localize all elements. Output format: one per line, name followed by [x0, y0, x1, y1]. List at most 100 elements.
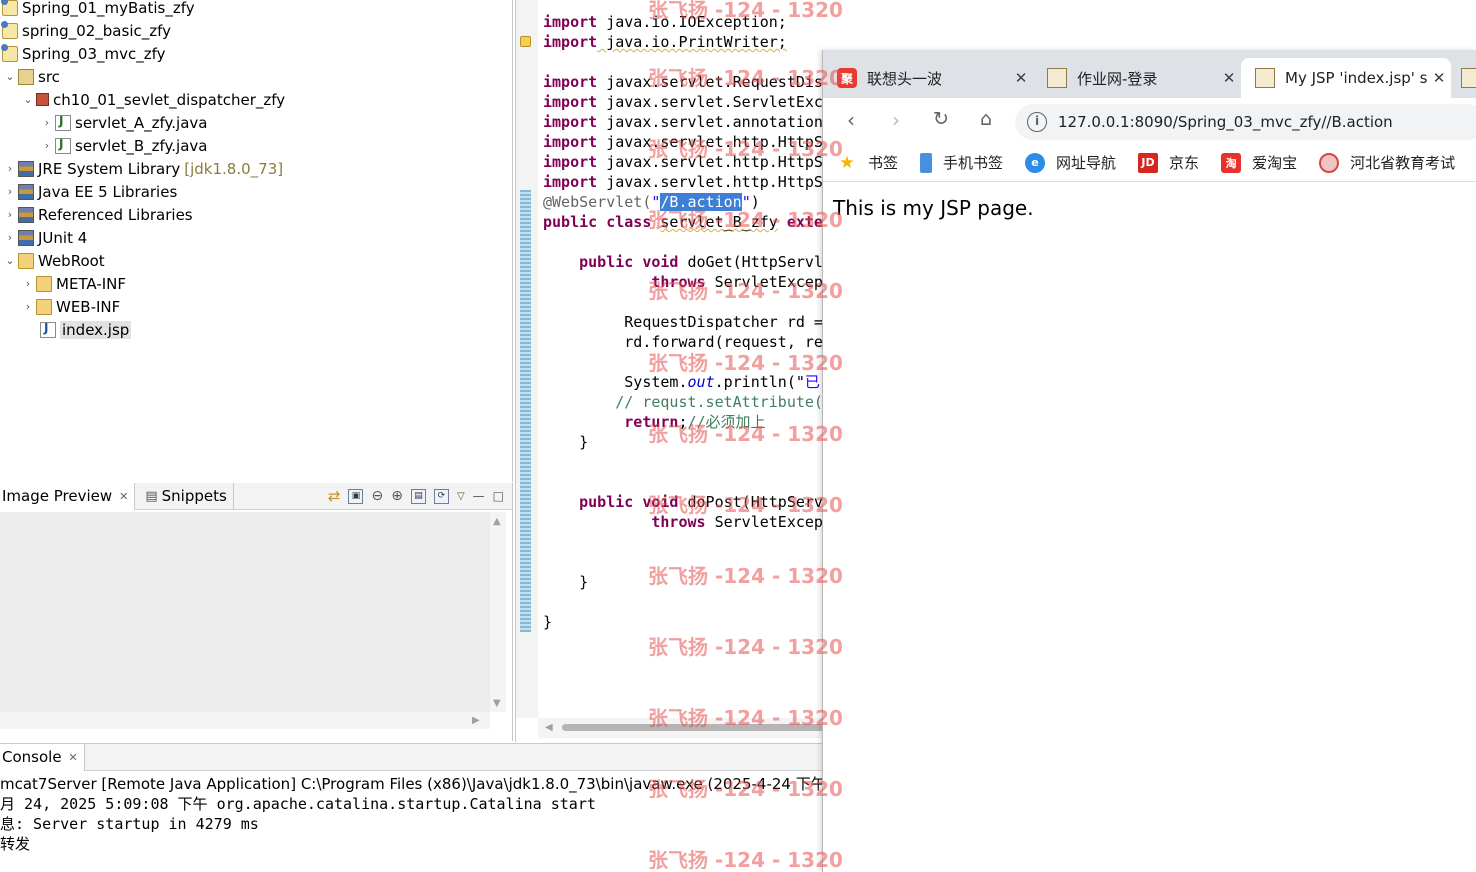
chevron-right-icon[interactable]: ›: [2, 185, 18, 198]
tree-item-label: Referenced Libraries: [38, 205, 193, 224]
tree-item-project-spring02[interactable]: spring_02_basic_zfy: [1, 19, 171, 42]
close-tab-icon[interactable]: ✕: [1009, 69, 1033, 87]
scroll-right-icon[interactable]: ▶: [472, 715, 480, 726]
tree-item-servlet-a[interactable]: › servlet_A_zfy.java: [39, 111, 208, 134]
actual-size-icon[interactable]: ▤: [410, 488, 426, 504]
bookmark-label: 手机书签: [943, 154, 1004, 172]
bookmark-item[interactable]: ★ 书签: [837, 152, 898, 173]
code-line: RequestDispatcher rd =: [624, 313, 822, 331]
code-line: public void doGet(HttpServl: [579, 253, 822, 271]
tree-item-javaee-library[interactable]: › Java EE 5 Libraries: [2, 180, 177, 203]
close-icon[interactable]: ✕: [119, 490, 128, 503]
bookmark-item[interactable]: 河北省教育考试: [1319, 152, 1455, 173]
vertical-scrollbar[interactable]: ▲ ▼: [490, 512, 506, 712]
maximize-icon[interactable]: □: [493, 489, 504, 503]
horizontal-scrollbar[interactable]: ▶: [0, 712, 490, 729]
chevron-right-icon[interactable]: ›: [20, 300, 36, 313]
zoom-out-icon[interactable]: ⊖: [371, 488, 383, 504]
browser-tab[interactable]: 作业网-登录 ✕: [1033, 58, 1241, 98]
bookmark-item[interactable]: e 网址导航: [1025, 152, 1116, 173]
rotate-icon[interactable]: ⟳: [433, 488, 449, 504]
console-line: 转发: [0, 835, 31, 853]
chevron-right-icon[interactable]: ›: [2, 208, 18, 221]
java-file-icon: [55, 137, 71, 154]
chevron-down-icon[interactable]: ⌄: [2, 70, 18, 83]
browser-tab-title: 作业网-登录: [1077, 69, 1158, 88]
bookmark-item[interactable]: 手机书签: [920, 152, 1003, 173]
image-canvas: [0, 512, 490, 712]
tree-item-project-spring01[interactable]: Spring_01_myBatis_zfy: [1, 0, 195, 19]
chevron-right-icon[interactable]: ›: [39, 116, 55, 129]
warning-icon[interactable]: [520, 36, 531, 47]
fit-image-icon[interactable]: ▣: [348, 488, 364, 504]
console-output[interactable]: 月 24, 2025 5:09:08 下午 org.apache.catalin…: [0, 794, 596, 854]
browser-window: 聚 联想头一波 ✕ 作业网-登录 ✕ My JSP 'index.jsp' s …: [822, 50, 1476, 872]
tree-item-web-inf[interactable]: › WEB-INF: [20, 295, 121, 318]
tree-item-junit[interactable]: › JUnit 4: [2, 226, 87, 249]
tab-image-preview[interactable]: Image Preview ✕: [0, 482, 136, 510]
bookmark-label: 爱淘宝: [1252, 154, 1298, 172]
bookmark-label: 京东: [1169, 154, 1200, 172]
code-line: throws ServletExcep: [651, 273, 822, 291]
tree-item-project-spring03[interactable]: Spring_03_mvc_zfy: [1, 42, 166, 65]
minimize-icon[interactable]: —: [473, 489, 485, 503]
code-line: import javax.servlet.http.HttpS: [543, 133, 822, 151]
tree-item-webroot[interactable]: ⌄ WebRoot: [2, 249, 104, 272]
package-icon: [36, 93, 49, 106]
bookmark-item[interactable]: 淘 爱淘宝: [1221, 152, 1297, 173]
image-preview-view: Image Preview ✕ ▤ Snippets ⇄ ▣ ⊖ ⊕ ▤ ⟳ ▽…: [0, 482, 513, 741]
close-tab-icon[interactable]: ✕: [1217, 69, 1241, 87]
chevron-down-icon[interactable]: ⌄: [2, 254, 18, 267]
java-editor[interactable]: import java.io.IOException; import java.…: [515, 0, 822, 742]
scroll-left-icon[interactable]: ◀: [545, 722, 553, 733]
tree-item-servlet-b[interactable]: › servlet_B_zfy.java: [39, 134, 208, 157]
browser-tab[interactable]: [1453, 58, 1476, 98]
chevron-right-icon[interactable]: ›: [39, 139, 55, 152]
bookmark-label: 河北省教育考试: [1350, 154, 1456, 172]
code-line: import java.io.IOException;: [543, 13, 787, 31]
favicon-icon: [1255, 68, 1275, 88]
link-editor-icon[interactable]: ⇄: [328, 487, 341, 505]
tree-item-src[interactable]: ⌄ src: [2, 65, 60, 88]
scroll-down-icon[interactable]: ▼: [493, 698, 501, 709]
code-area[interactable]: import java.io.IOException; import java.…: [543, 12, 822, 632]
tree-item-jre-library[interactable]: › JRE System Library [jdk1.8.0_73]: [2, 157, 283, 180]
code-line: import javax.servlet.ServletExc: [543, 93, 822, 111]
chevron-right-icon[interactable]: ›: [2, 162, 18, 175]
home-icon[interactable]: ⌂: [973, 108, 999, 130]
tree-item-label: JRE System Library: [38, 159, 181, 178]
tab-console[interactable]: Console ✕: [0, 743, 85, 771]
tree-item-label: JUnit 4: [38, 228, 88, 247]
browser-tab-active[interactable]: My JSP 'index.jsp' s ✕: [1241, 58, 1451, 98]
tree-item-index-jsp[interactable]: index.jsp: [40, 318, 132, 341]
close-icon[interactable]: ✕: [69, 751, 78, 764]
reload-icon[interactable]: ↻: [928, 108, 954, 130]
scroll-up-icon[interactable]: ▲: [493, 516, 501, 527]
source-folder-icon: [18, 68, 34, 85]
chevron-down-icon[interactable]: ⌄: [20, 93, 36, 106]
editor-horizontal-scrollbar[interactable]: ◀: [538, 718, 822, 738]
address-bar[interactable]: i 127.0.0.1:8090/Spring_03_mvc_zfy//B.ac…: [1015, 104, 1476, 140]
favicon-icon: 聚: [837, 68, 857, 88]
tree-item-label: index.jsp: [60, 320, 132, 339]
view-menu-icon[interactable]: ▽: [457, 491, 465, 502]
info-icon[interactable]: i: [1027, 112, 1047, 132]
chevron-right-icon[interactable]: ›: [2, 231, 18, 244]
jd-icon: JD: [1138, 152, 1159, 173]
browser-tab[interactable]: 聚 联想头一波 ✕: [823, 58, 1033, 98]
project-icon: [1, 20, 18, 39]
zoom-in-icon[interactable]: ⊕: [391, 488, 403, 504]
selected-text: /B.action: [660, 193, 742, 211]
tab-snippets[interactable]: ▤ Snippets: [135, 482, 234, 510]
scrollbar-thumb[interactable]: [562, 724, 822, 731]
chevron-right-icon[interactable]: ›: [20, 277, 36, 290]
tree-item-referenced-libraries[interactable]: › Referenced Libraries: [2, 203, 193, 226]
code-line: import javax.servlet.RequestDis: [543, 73, 822, 91]
bookmark-item[interactable]: JD 京东: [1138, 152, 1199, 173]
tree-item-meta-inf[interactable]: › META-INF: [20, 272, 126, 295]
browser-tab-strip: 聚 联想头一波 ✕ 作业网-登录 ✕ My JSP 'index.jsp' s …: [823, 50, 1476, 98]
forward-icon[interactable]: ›: [883, 108, 909, 132]
close-tab-icon[interactable]: ✕: [1427, 69, 1451, 87]
back-icon[interactable]: ‹: [838, 108, 864, 132]
tree-item-package[interactable]: ⌄ ch10_01_sevlet_dispatcher_zfy: [20, 88, 285, 111]
